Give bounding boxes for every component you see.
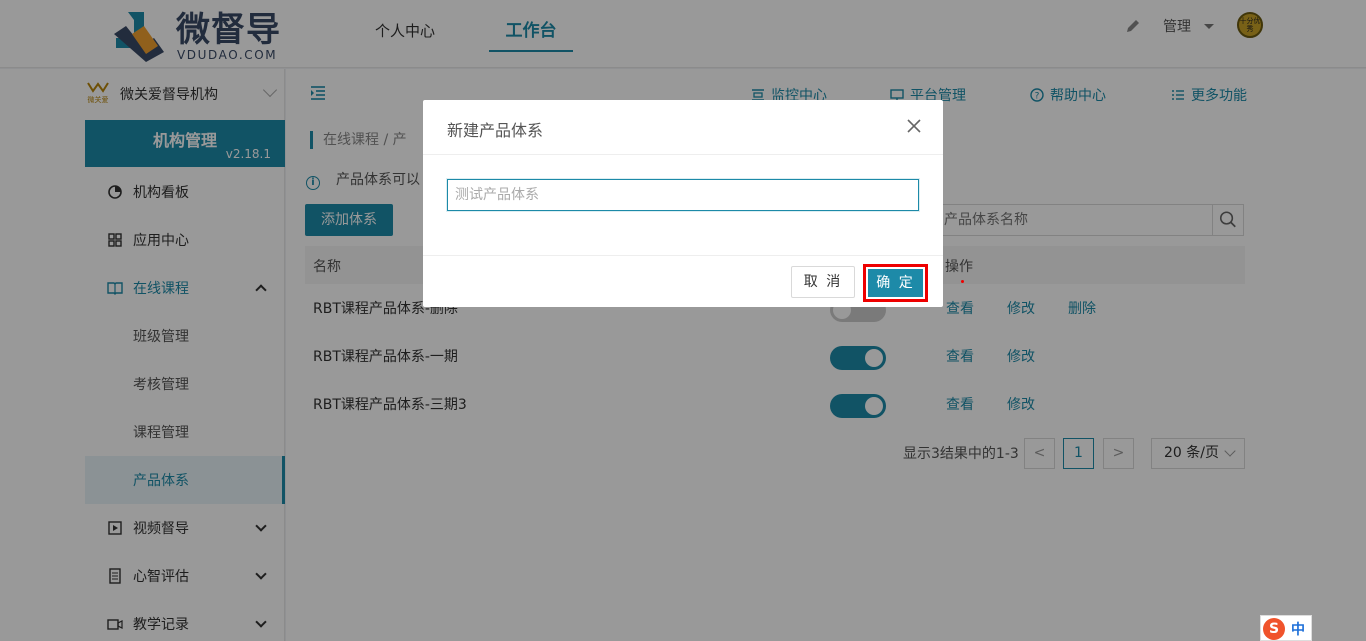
modal-overlay[interactable] — [0, 0, 1366, 641]
close-icon[interactable] — [904, 116, 924, 136]
dialog-footer: 取 消 确 定 — [423, 255, 943, 307]
new-product-system-dialog: 新建产品体系 取 消 确 定 — [423, 100, 943, 307]
confirm-button-highlight: 确 定 — [863, 264, 928, 302]
confirm-button[interactable]: 确 定 — [868, 269, 923, 297]
dialog-title: 新建产品体系 — [447, 121, 544, 140]
sogou-icon: S — [1263, 618, 1285, 640]
ime-mode-label: 中 — [1291, 622, 1305, 638]
ime-indicator[interactable]: S 中 — [1260, 615, 1312, 641]
system-name-field — [447, 179, 919, 211]
cancel-button[interactable]: 取 消 — [791, 266, 855, 298]
dialog-header: 新建产品体系 — [423, 100, 943, 155]
cursor-marker — [961, 280, 964, 283]
system-name-input[interactable] — [448, 180, 918, 210]
